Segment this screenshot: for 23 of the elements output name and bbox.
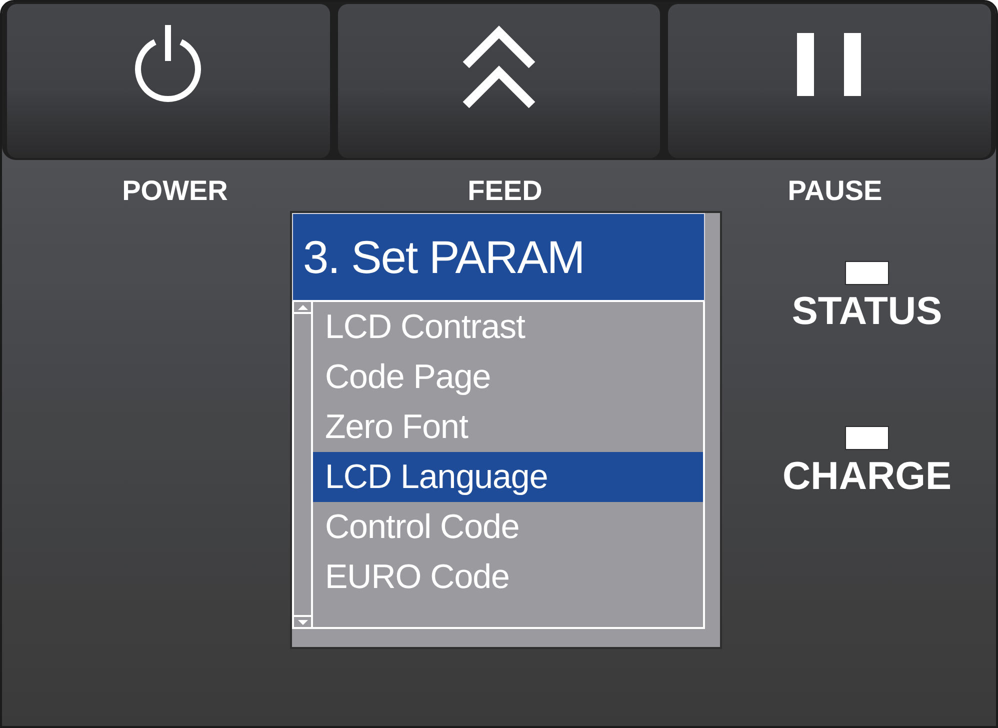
- indicator-label: STATUS: [792, 291, 942, 333]
- scroll-up-icon: [298, 304, 308, 310]
- menu-item[interactable]: Zero Font: [313, 402, 703, 452]
- pause-icon: [796, 32, 863, 96]
- button-label: POWER: [122, 174, 228, 208]
- scroll-down-button[interactable]: [294, 615, 311, 627]
- menu-item[interactable]: EURO Code: [313, 552, 703, 602]
- indicator-light-icon: [845, 261, 889, 285]
- power-button[interactable]: [7, 4, 330, 158]
- indicator-label: CHARGE: [782, 456, 952, 498]
- double-chevron-up-icon: [462, 25, 536, 109]
- screen-title: 3. Set PARAM: [292, 213, 705, 302]
- indicator-light-icon: [844, 426, 889, 450]
- button-label: PAUSE: [788, 174, 882, 208]
- menu-item[interactable]: Control Code: [313, 502, 703, 552]
- pause-button[interactable]: [668, 4, 991, 158]
- scroll-up-button[interactable]: [294, 302, 311, 314]
- menu-item[interactable]: Code Page: [313, 352, 703, 402]
- button-label: FEED: [468, 174, 542, 208]
- scroll-down-icon: [298, 620, 308, 624]
- feed-button[interactable]: [338, 4, 660, 158]
- menu-item[interactable]: LCD Contrast: [313, 302, 703, 352]
- menu-item[interactable]: LCD Language: [313, 452, 703, 502]
